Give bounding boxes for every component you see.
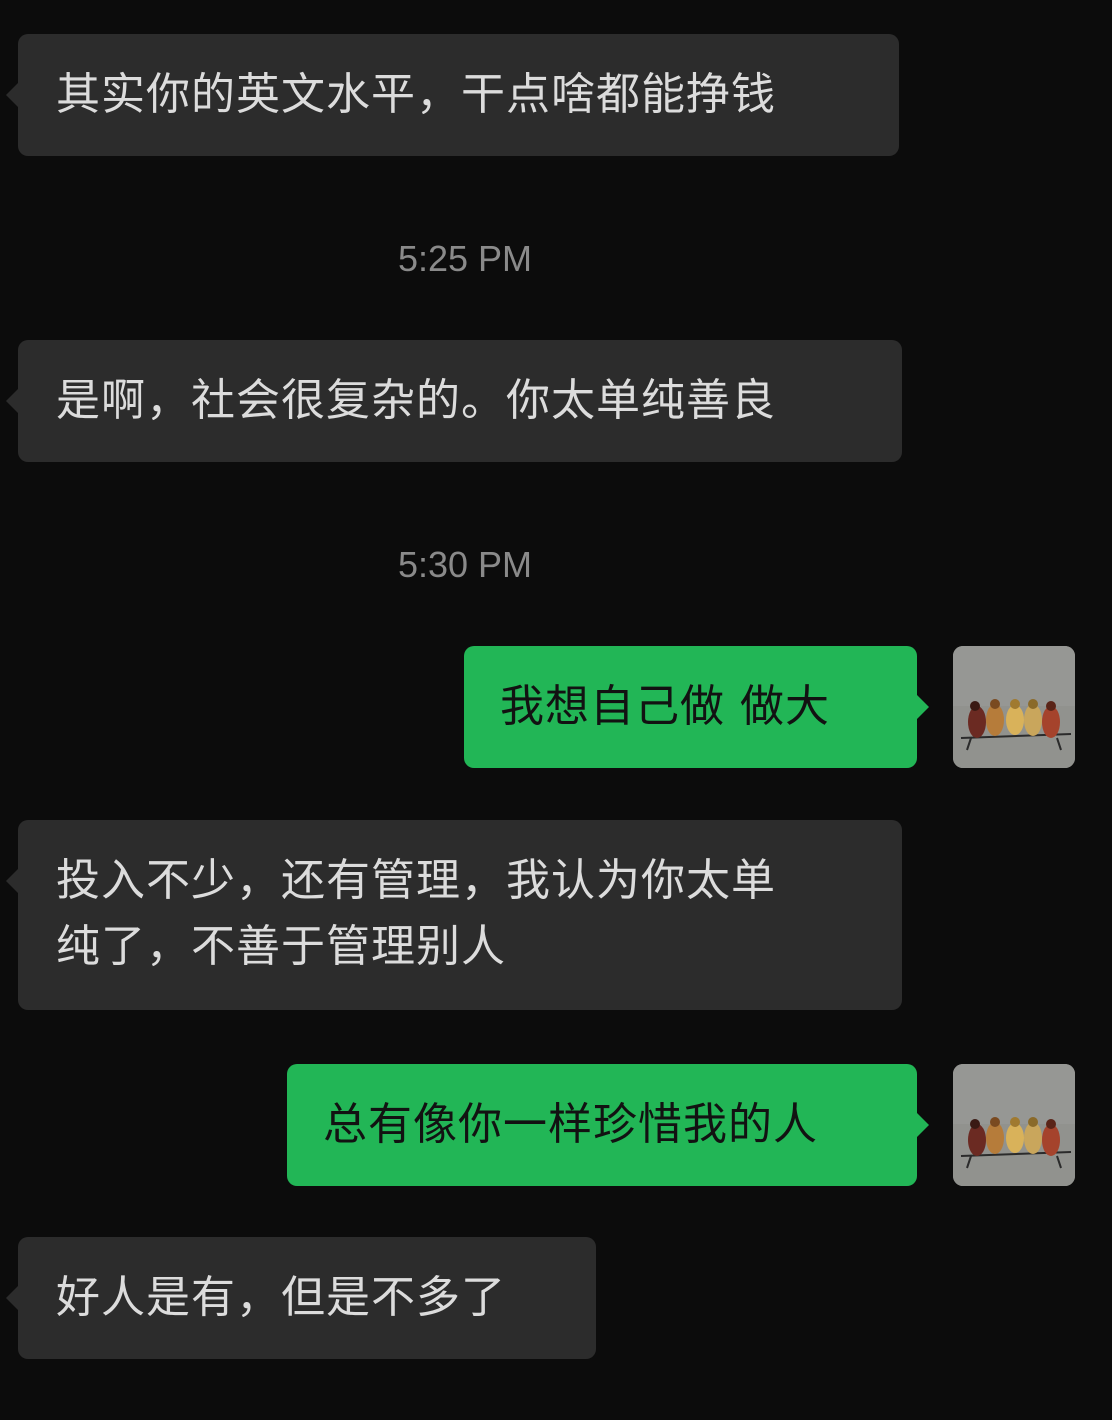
- message-text: 我想自己做 做大: [500, 681, 830, 732]
- timestamp: 5:30 PM: [397, 544, 533, 585]
- birds-painting-avatar-icon: [953, 1064, 1075, 1186]
- incoming-message[interactable]: 投入不少，还有管理，我认为你太单 纯了，不善于管理别人: [6, 820, 902, 1010]
- incoming-message[interactable]: 是啊，社会很复杂的。你太单纯善良: [6, 340, 902, 462]
- message-text: 其实你的英文水平，干点啥都能挣钱: [56, 69, 776, 120]
- outgoing-message[interactable]: 总有像你一样珍惜我的人: [287, 1064, 929, 1186]
- birds-painting-avatar-icon: [953, 646, 1075, 768]
- message-text-line: 纯了，不善于管理别人: [56, 921, 506, 972]
- avatar[interactable]: [953, 646, 1075, 768]
- message-text: 好人是有，但是不多了: [56, 1272, 506, 1323]
- message-text: 是啊，社会很复杂的。你太单纯善良: [56, 375, 776, 426]
- outgoing-message[interactable]: 我想自己做 做大: [464, 646, 929, 768]
- message-text-line: 投入不少，还有管理，我认为你太单: [56, 855, 776, 906]
- incoming-message[interactable]: 好人是有，但是不多了: [6, 1237, 596, 1359]
- incoming-message[interactable]: 其实你的英文水平，干点啥都能挣钱: [6, 34, 899, 156]
- avatar[interactable]: [953, 1064, 1075, 1186]
- message-text: 总有像你一样珍惜我的人: [323, 1099, 818, 1150]
- timestamp: 5:25 PM: [397, 238, 533, 279]
